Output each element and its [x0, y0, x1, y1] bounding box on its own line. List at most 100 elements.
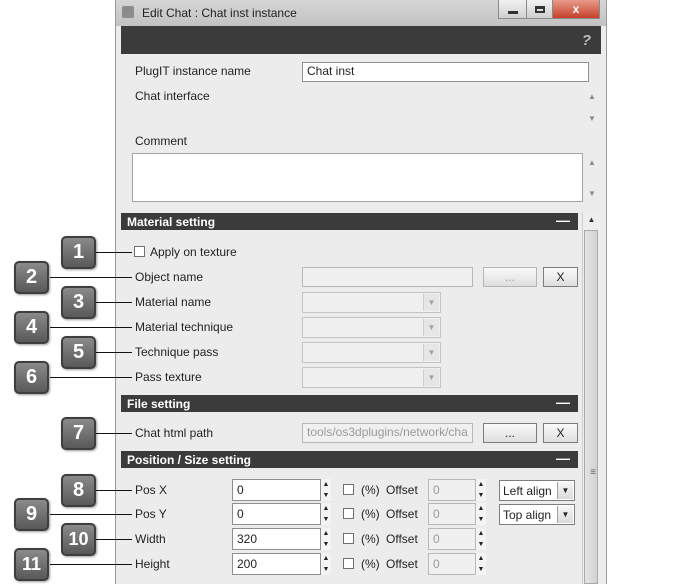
horizontal-align-select[interactable]: Left align ▼ — [499, 480, 575, 501]
spin-down-icon[interactable]: ▼ — [476, 514, 486, 525]
technique-pass-label: Technique pass — [135, 345, 219, 359]
pos-x-stepper[interactable]: ▲ ▼ — [321, 479, 331, 501]
horizontal-align-value: Left align — [503, 484, 552, 498]
html-path-clear-button[interactable]: X — [543, 423, 578, 443]
object-clear-button[interactable]: X — [543, 267, 578, 287]
minimize-icon — [508, 10, 518, 14]
spin-down-icon[interactable]: ▼ — [321, 564, 331, 575]
spin-up-icon[interactable]: ▲ — [476, 528, 486, 539]
pos-y-offset-stepper[interactable]: ▲ ▼ — [476, 503, 486, 525]
height-stepper[interactable]: ▲ ▼ — [321, 553, 331, 575]
technique-pass-select[interactable]: ▼ — [302, 342, 441, 363]
pos-y-offset-input[interactable]: 0 — [428, 503, 476, 525]
position-size-setting-header[interactable]: Position / Size setting — — [121, 450, 578, 468]
spin-up-icon[interactable]: ▲ — [321, 479, 331, 490]
pos-x-label: Pos X — [135, 483, 168, 497]
vertical-scrollbar[interactable]: ▲ ≡ — [582, 212, 600, 584]
spin-up-icon[interactable]: ▲ — [321, 528, 331, 539]
leader-line — [50, 277, 132, 278]
spin-down-icon[interactable]: ▼ — [476, 564, 486, 575]
material-name-select[interactable]: ▼ — [302, 292, 441, 313]
spin-up-icon[interactable]: ▲ — [476, 553, 486, 564]
spin-down-icon[interactable]: ▼ — [321, 514, 331, 525]
object-name-input[interactable] — [302, 267, 473, 287]
pos-x-percent-label: (%) — [361, 483, 380, 497]
callout-badge-6: 6 — [14, 361, 49, 394]
scroll-up-icon[interactable]: ▲ — [583, 212, 600, 228]
callout-badge-10: 10 — [61, 523, 96, 556]
chat-interface-label: Chat interface — [135, 89, 210, 103]
edit-chat-window: Edit Chat : Chat inst instance x ? PlugI… — [115, 0, 607, 584]
pos-y-stepper[interactable]: ▲ ▼ — [321, 503, 331, 525]
scrollbar-thumb[interactable]: ≡ — [584, 230, 598, 584]
height-percent-checkbox[interactable] — [343, 558, 354, 569]
width-stepper[interactable]: ▲ ▼ — [321, 528, 331, 550]
apply-on-texture-checkbox[interactable] — [134, 246, 145, 257]
callout-badge-3: 3 — [61, 286, 96, 319]
title-bar[interactable]: Edit Chat : Chat inst instance x — [116, 0, 606, 26]
chevron-down-icon: ▼ — [557, 482, 573, 499]
object-browse-button[interactable]: ... — [483, 267, 537, 287]
height-label: Height — [135, 557, 170, 571]
chevron-down-icon: ▼ — [423, 344, 439, 361]
close-button[interactable]: x — [552, 0, 600, 19]
spin-up-icon[interactable]: ▲ — [321, 503, 331, 514]
chat-interface-scroll-down-icon[interactable]: ▼ — [586, 114, 598, 123]
vertical-align-select[interactable]: Top align ▼ — [499, 504, 575, 525]
help-icon[interactable]: ? — [582, 32, 591, 49]
pos-x-percent-checkbox[interactable] — [343, 484, 354, 495]
material-technique-select[interactable]: ▼ — [302, 317, 441, 338]
chevron-down-icon: ▼ — [423, 294, 439, 311]
spin-down-icon[interactable]: ▼ — [321, 539, 331, 550]
chat-html-path-input[interactable]: tools/os3dplugins/network/cha — [302, 423, 473, 443]
position-size-setting-title: Position / Size setting — [127, 453, 252, 467]
spin-down-icon[interactable]: ▼ — [476, 539, 486, 550]
file-setting-header[interactable]: File setting — — [121, 394, 578, 412]
spin-down-icon[interactable]: ▼ — [476, 490, 486, 501]
material-setting-header[interactable]: Material setting — — [121, 212, 578, 230]
comment-scroll-down-icon[interactable]: ▼ — [586, 189, 598, 198]
vertical-align-value: Top align — [503, 508, 552, 522]
width-offset-input[interactable]: 0 — [428, 528, 476, 550]
height-offset-stepper[interactable]: ▲ ▼ — [476, 553, 486, 575]
comment-textarea[interactable] — [132, 153, 583, 202]
chevron-down-icon: ▼ — [557, 506, 573, 523]
pos-y-percent-checkbox[interactable] — [343, 508, 354, 519]
collapse-icon[interactable]: — — [556, 450, 570, 466]
leader-line — [50, 327, 132, 328]
collapse-icon[interactable]: — — [556, 212, 570, 228]
callout-badge-4: 4 — [14, 311, 49, 344]
pos-y-offset-label: Offset — [386, 507, 418, 521]
chat-interface-scroll-up-icon[interactable]: ▲ — [586, 92, 598, 101]
maximize-icon — [535, 5, 545, 13]
pos-x-offset-input[interactable]: 0 — [428, 479, 476, 501]
comment-scroll-up-icon[interactable]: ▲ — [586, 158, 598, 167]
pos-x-offset-stepper[interactable]: ▲ ▼ — [476, 479, 486, 501]
width-percent-checkbox[interactable] — [343, 533, 354, 544]
leader-line — [50, 564, 132, 565]
maximize-button[interactable] — [526, 0, 554, 19]
spin-up-icon[interactable]: ▲ — [321, 553, 331, 564]
collapse-icon[interactable]: — — [556, 394, 570, 410]
callout-badge-11: 11 — [14, 548, 49, 581]
pass-texture-select[interactable]: ▼ — [302, 367, 441, 388]
leader-line — [50, 377, 132, 378]
height-offset-input[interactable]: 0 — [428, 553, 476, 575]
spin-up-icon[interactable]: ▲ — [476, 503, 486, 514]
spin-up-icon[interactable]: ▲ — [476, 479, 486, 490]
callout-badge-9: 9 — [14, 498, 49, 531]
width-input[interactable]: 320 — [232, 528, 321, 550]
pos-y-label: Pos Y — [135, 507, 167, 521]
spin-down-icon[interactable]: ▼ — [321, 490, 331, 501]
callout-badge-1: 1 — [61, 236, 96, 269]
material-setting-title: Material setting — [127, 215, 216, 229]
plugit-instance-name-input[interactable]: Chat inst — [302, 62, 589, 82]
width-label: Width — [135, 532, 166, 546]
html-path-browse-button[interactable]: ... — [483, 423, 537, 443]
pos-x-input[interactable]: 0 — [232, 479, 321, 501]
minimize-button[interactable] — [498, 0, 528, 19]
width-offset-stepper[interactable]: ▲ ▼ — [476, 528, 486, 550]
height-input[interactable]: 200 — [232, 553, 321, 575]
app-icon — [122, 6, 134, 18]
pos-y-input[interactable]: 0 — [232, 503, 321, 525]
